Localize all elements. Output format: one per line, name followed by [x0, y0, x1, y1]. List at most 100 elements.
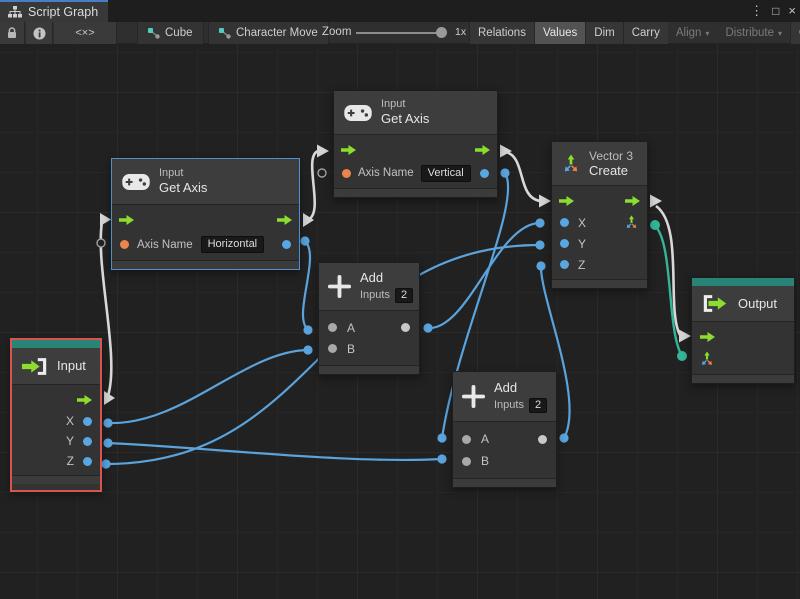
control-in-arrow-icon[interactable]: [341, 145, 356, 155]
node-footer: [319, 365, 419, 374]
lock-button[interactable]: [0, 22, 25, 44]
value-out-port[interactable]: [480, 169, 489, 178]
vector3-result-port-icon[interactable]: [624, 215, 639, 230]
maximize-icon[interactable]: □: [772, 0, 779, 22]
input-icon: [21, 357, 49, 376]
plus-icon: [461, 384, 486, 409]
relations-toggle[interactable]: Relations: [469, 22, 534, 44]
inputs-count-field[interactable]: 2: [395, 288, 413, 303]
add-b-port[interactable]: [328, 344, 337, 353]
add-result-port[interactable]: [538, 435, 547, 444]
wire-add1-to-vector3-x[interactable]: [428, 223, 540, 328]
node-get-axis-horizontal[interactable]: Input Get Axis Axis Name Horizontal: [111, 158, 300, 270]
menu-icon[interactable]: ⋮: [750, 0, 763, 22]
breadcrumb-character-move[interactable]: Character Move: [208, 22, 329, 44]
node-header: Add Inputs 2: [453, 372, 556, 422]
y-label: Y: [66, 434, 74, 448]
plus-icon: [327, 274, 352, 299]
wire-control-vertical-to-vector3[interactable]: [504, 152, 540, 202]
chevron-down-icon: ▾: [705, 29, 709, 38]
add-b-port[interactable]: [462, 457, 471, 466]
graph-icon: [8, 6, 22, 18]
values-toggle[interactable]: Values: [534, 22, 585, 44]
node-header: Vector 3 Create: [552, 142, 647, 186]
z-port[interactable]: [560, 260, 569, 269]
node-color-bar: [12, 340, 100, 348]
inputs-count-field[interactable]: 2: [529, 398, 547, 413]
distribute-dropdown: Distribute▾: [717, 22, 790, 44]
axis-name-port[interactable]: [342, 169, 351, 178]
wire-control-input-to-horizontal[interactable]: [101, 222, 112, 396]
control-out-arrow-icon[interactable]: [77, 395, 92, 405]
node-footer: [692, 374, 794, 383]
wire-input-y-to-add2-b[interactable]: [108, 443, 442, 460]
axis-name-port[interactable]: [120, 240, 129, 249]
node-title: Output: [738, 296, 777, 312]
node-graph-output[interactable]: Output: [691, 277, 795, 384]
overview-button[interactable]: Overview: [790, 22, 800, 44]
zoom-slider[interactable]: [356, 32, 444, 34]
control-in-arrow-icon[interactable]: [119, 215, 134, 225]
node-title: Get Axis: [159, 180, 207, 196]
x-port[interactable]: [83, 417, 92, 426]
node-add-1[interactable]: Add Inputs 2 A B: [318, 262, 420, 375]
close-icon[interactable]: ×: [788, 0, 796, 22]
node-graph-input-highlight: Input X Y Z: [10, 338, 102, 492]
wire-input-x-to-add1-b[interactable]: [108, 350, 308, 423]
node-header: Output: [692, 286, 794, 322]
node-header: Input Get Axis: [112, 159, 299, 205]
carry-toggle[interactable]: Carry: [623, 22, 668, 44]
graph-canvas[interactable]: Input Get Axis Axis Name Horizontal: [0, 44, 800, 599]
z-label: Z: [67, 454, 74, 468]
node-footer: [453, 478, 556, 487]
y-port[interactable]: [560, 239, 569, 248]
axis-name-label: Axis Name: [137, 239, 193, 251]
node-category: Input: [159, 167, 207, 180]
tab-script-graph[interactable]: Script Graph: [0, 0, 108, 22]
y-label: Y: [578, 237, 586, 251]
node-title: Create: [589, 163, 633, 179]
graph-toolbar: <×> Cube Character Move Zoom 1x Relation…: [0, 22, 800, 44]
add-a-label: A: [347, 321, 355, 335]
dim-toggle[interactable]: Dim: [585, 22, 622, 44]
axis-name-field[interactable]: Vertical: [421, 165, 471, 182]
control-in-arrow-icon[interactable]: [559, 196, 574, 206]
add-a-port[interactable]: [328, 323, 337, 332]
breadcrumb-cube[interactable]: Cube: [137, 22, 204, 44]
x-port[interactable]: [560, 218, 569, 227]
wire-control-horizontal-to-vertical[interactable]: [307, 151, 318, 220]
value-out-port[interactable]: [282, 240, 291, 249]
node-get-axis-vertical[interactable]: Input Get Axis Axis Name Vertical: [333, 90, 498, 198]
add-result-port[interactable]: [401, 323, 410, 332]
gamepad-icon: [122, 174, 150, 190]
control-out-arrow-icon[interactable]: [277, 215, 292, 225]
code-view-button[interactable]: <×>: [54, 22, 117, 44]
node-header: Input: [12, 348, 100, 385]
align-dropdown: Align▾: [668, 22, 718, 44]
y-port[interactable]: [83, 437, 92, 446]
toolbar-toggles: Relations Values Dim Carry Align▾ Distri…: [469, 22, 800, 44]
unity-script-graph-window: Script Graph ⋮ □ × <×>: [0, 0, 800, 599]
node-graph-input[interactable]: Input X Y Z: [12, 340, 100, 490]
vector3-value-port-icon[interactable]: [699, 351, 715, 367]
chevron-down-icon: ▾: [778, 29, 782, 38]
add-a-port[interactable]: [462, 435, 471, 444]
wire-horizontal-to-add1-a[interactable]: [303, 241, 310, 330]
tab-title: Script Graph: [28, 5, 98, 19]
node-footer: [552, 279, 647, 288]
axis-name-field[interactable]: Horizontal: [201, 236, 265, 253]
info-button[interactable]: [26, 22, 53, 44]
zoom-slider-handle[interactable]: [436, 27, 447, 38]
wire-vector3-to-output-value[interactable]: [655, 226, 681, 354]
breadcrumb-label: Cube: [165, 27, 193, 39]
control-out-arrow-icon[interactable]: [475, 145, 490, 155]
window-controls: ⋮ □ ×: [750, 0, 796, 22]
node-title: Add: [360, 270, 413, 286]
control-out-arrow-icon[interactable]: [625, 196, 640, 206]
node-vector3-create[interactable]: Vector 3 Create X: [551, 141, 648, 289]
node-footer: [12, 475, 100, 484]
control-in-arrow-icon[interactable]: [700, 332, 715, 342]
node-title: Input: [57, 358, 86, 374]
z-port[interactable]: [83, 457, 92, 466]
node-add-2[interactable]: Add Inputs 2 A B: [452, 371, 557, 488]
